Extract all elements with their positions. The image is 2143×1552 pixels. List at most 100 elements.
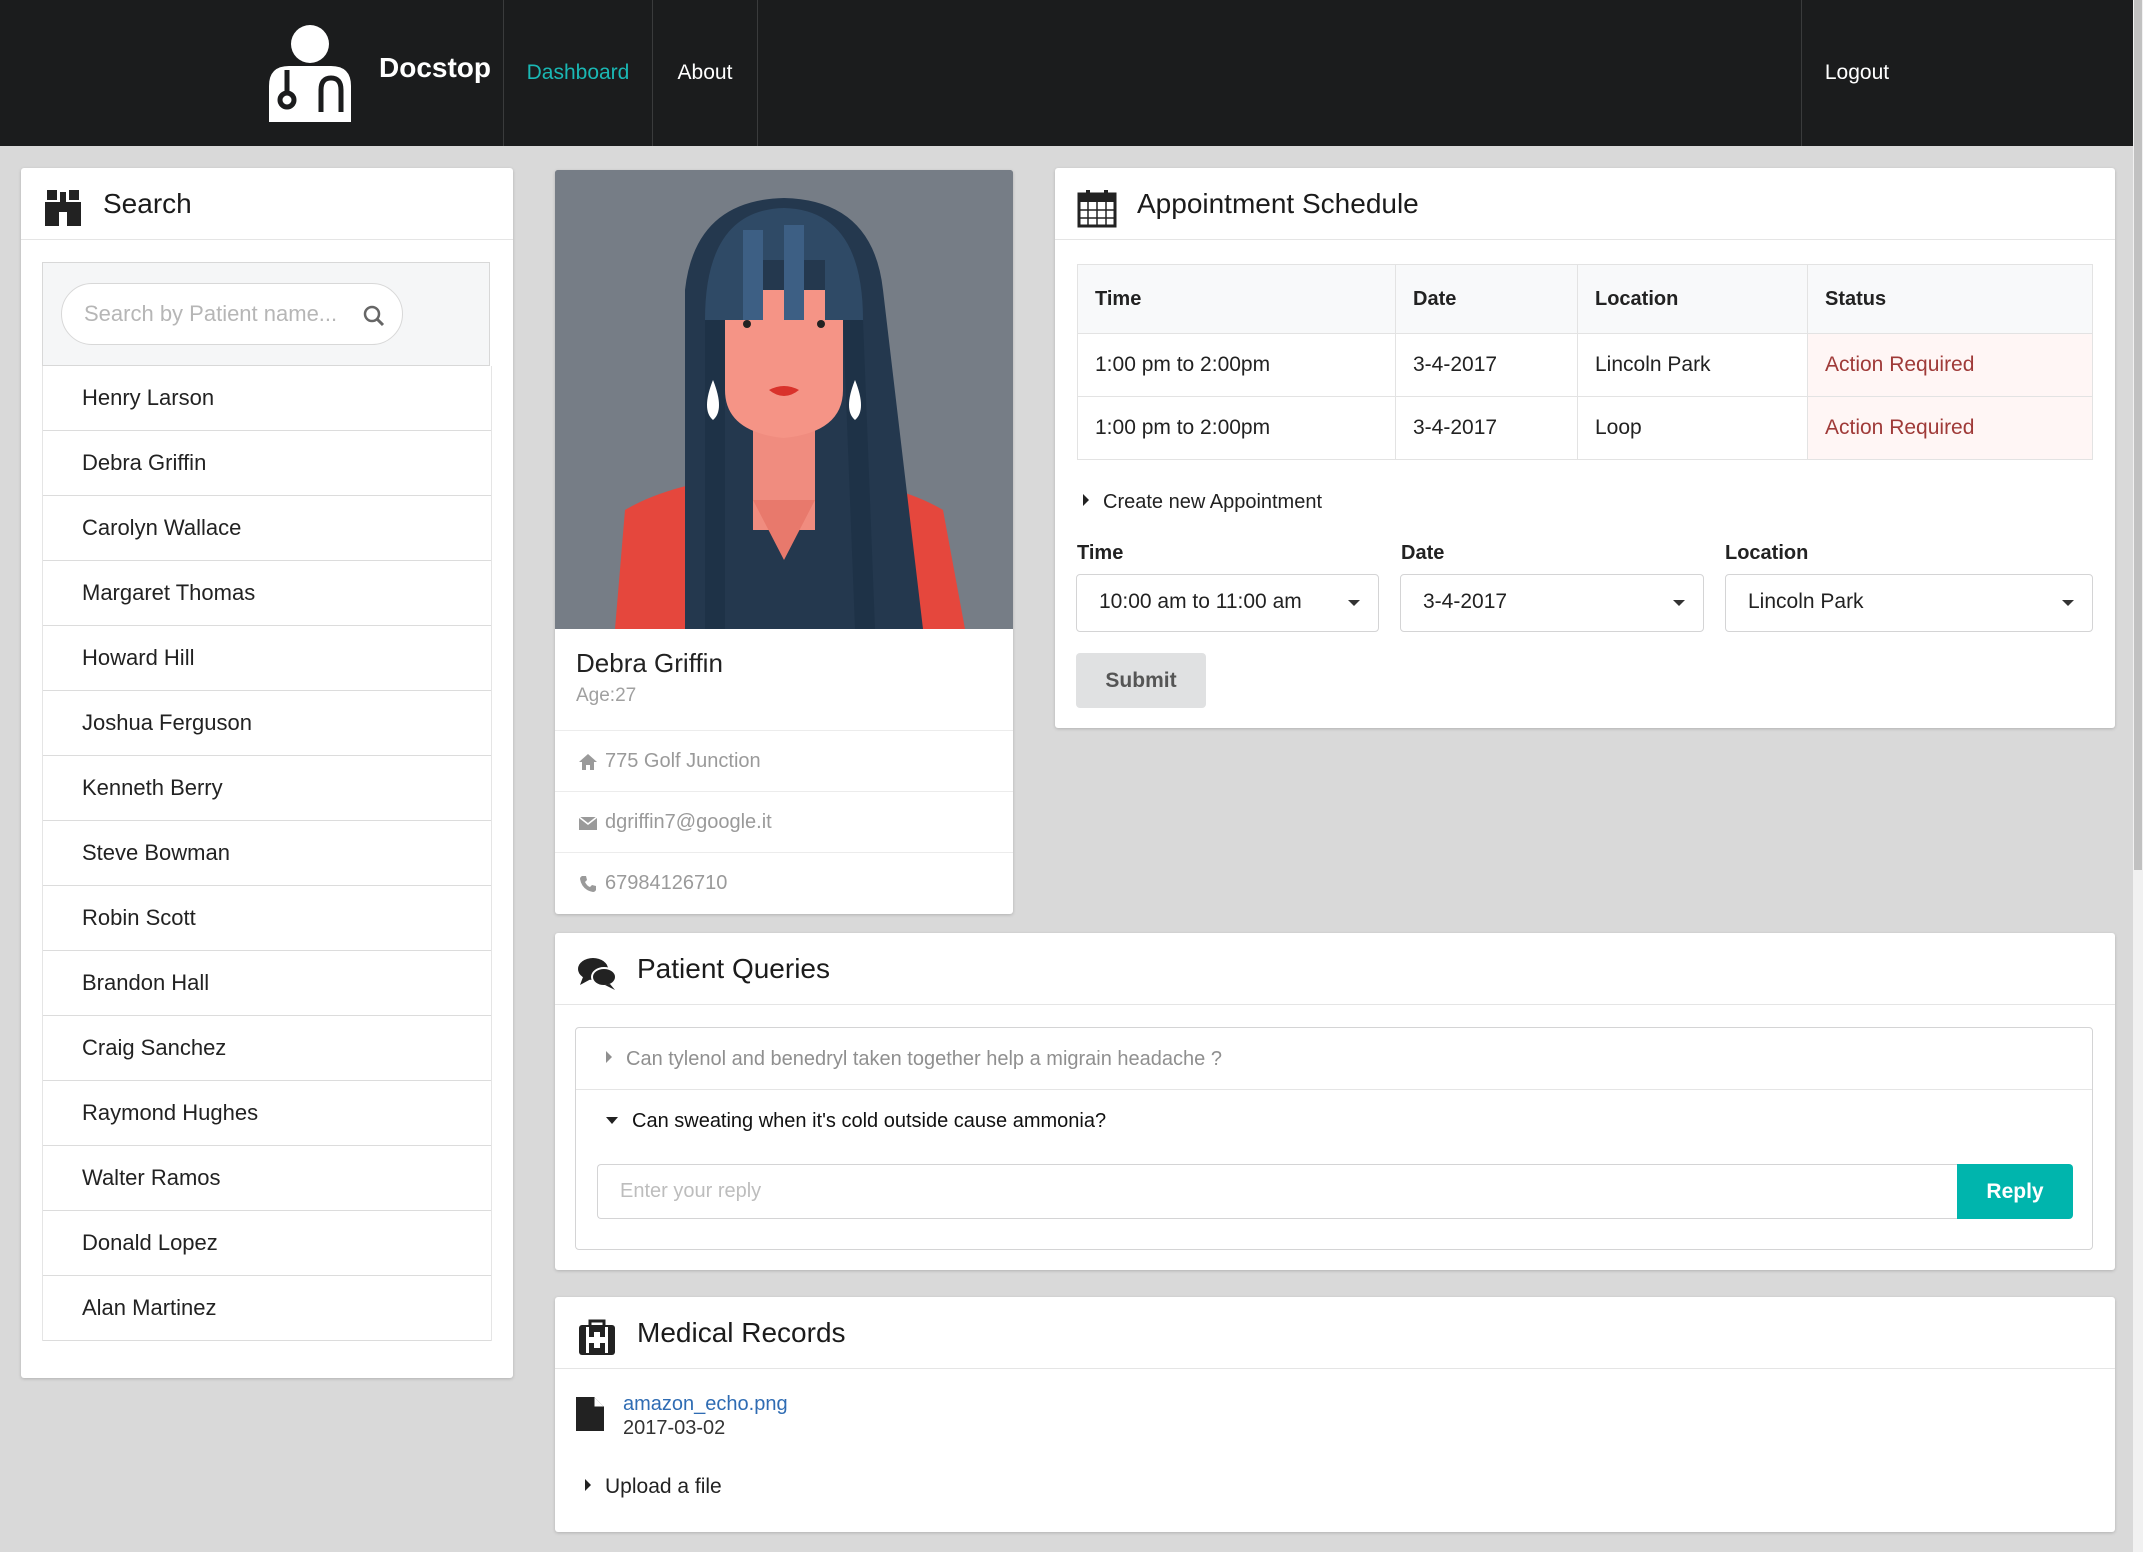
date-select[interactable]: 3-4-2017 [1400, 574, 1704, 632]
table-row: 1:00 pm to 2:00pm 3-4-2017 Loop Action R… [1077, 396, 2093, 460]
logout-link[interactable]: Logout [1802, 0, 1912, 146]
patient-list-item[interactable]: Margaret Thomas [43, 561, 491, 626]
patient-list-item[interactable]: Carolyn Wallace [43, 496, 491, 561]
query-text: Can sweating when it's cold outside caus… [632, 1110, 1107, 1132]
status-badge: Action Required [1807, 396, 2093, 460]
medkit-icon [579, 1319, 615, 1355]
dropdown-arrow-icon [2062, 600, 2074, 606]
appointment-header: Appointment Schedule [1055, 168, 2115, 240]
appointment-date: 3-4-2017 [1395, 333, 1578, 397]
patient-age: Age:27 [576, 685, 637, 706]
patient-list-item[interactable]: Howard Hill [43, 626, 491, 691]
patient-email-row: dgriffin7@google.it [555, 791, 1013, 853]
brand-name[interactable]: Docstop [379, 52, 491, 84]
search-icon[interactable] [363, 305, 385, 327]
scrollbar-thumb[interactable] [2134, 0, 2142, 870]
column-header: Date [1395, 264, 1578, 334]
comments-icon [578, 958, 617, 990]
appointment-time: 1:00 pm to 2:00pm [1077, 396, 1396, 460]
patient-queries-panel: Patient Queries Can tylenol and benedryl… [555, 933, 2115, 1270]
patient-address: 775 Golf Junction [605, 750, 761, 772]
date-select-value: 3-4-2017 [1423, 590, 1508, 613]
patient-email: dgriffin7@google.it [605, 811, 772, 833]
status-badge: Action Required [1807, 333, 2093, 397]
patient-list-item[interactable]: Walter Ramos [43, 1146, 491, 1211]
location-select-value: Lincoln Park [1748, 590, 1864, 613]
appointment-location: Lincoln Park [1577, 333, 1808, 397]
queries-title: Patient Queries [637, 953, 830, 984]
appointment-location: Loop [1577, 396, 1808, 460]
search-title: Search [103, 188, 192, 219]
queries-accordion: Can tylenol and benedryl taken together … [575, 1027, 2093, 1250]
submit-button[interactable]: Submit [1076, 653, 1206, 708]
column-header: Status [1807, 264, 2093, 334]
upload-file-toggle[interactable]: Upload a file [585, 1475, 722, 1499]
patient-avatar [555, 170, 1013, 629]
record-file-date: 2017-03-02 [623, 1417, 726, 1439]
table-header-row: Time Date Location Status [1077, 264, 2093, 334]
patient-list-item[interactable]: Henry Larson [43, 366, 491, 431]
nav-dashboard-link[interactable]: Dashboard [504, 0, 652, 146]
records-header: Medical Records [555, 1297, 2115, 1369]
date-label: Date [1401, 542, 1445, 564]
query-item[interactable]: Can tylenol and benedryl taken together … [576, 1028, 2092, 1090]
patient-search-input[interactable] [61, 283, 403, 345]
create-appointment-toggle[interactable]: Create new Appointment [1083, 491, 1322, 514]
patient-address-row: 775 Golf Junction [555, 730, 1013, 792]
search-panel: Search Henry Larson Debra Griffin Caroly… [21, 168, 513, 1378]
patient-list-item[interactable]: Alan Martinez [43, 1276, 491, 1341]
record-file-link[interactable]: amazon_echo.png [623, 1393, 788, 1416]
patient-list-item[interactable]: Donald Lopez [43, 1211, 491, 1276]
appointment-table: Time Date Location Status 1:00 pm to 2:0… [1077, 264, 2093, 460]
queries-header: Patient Queries [555, 933, 2115, 1005]
query-text: Can tylenol and benedryl taken together … [626, 1048, 1222, 1070]
patient-list-item[interactable]: Brandon Hall [43, 951, 491, 1016]
search-panel-header: Search [21, 168, 513, 240]
nav-divider [757, 0, 758, 146]
reply-input[interactable] [597, 1164, 1957, 1219]
patient-list-item[interactable]: Joshua Ferguson [43, 691, 491, 756]
create-appointment-label: Create new Appointment [1103, 491, 1323, 513]
upload-file-label: Upload a file [605, 1475, 722, 1498]
query-item-active[interactable]: Can sweating when it's cold outside caus… [576, 1090, 2092, 1152]
patient-list-item[interactable]: Craig Sanchez [43, 1016, 491, 1081]
column-header: Time [1077, 264, 1396, 334]
top-navbar: Docstop Dashboard About Logout [0, 0, 2133, 146]
location-select[interactable]: Lincoln Park [1725, 574, 2093, 632]
patient-name: Debra Griffin [576, 648, 723, 678]
search-box [42, 262, 490, 366]
appointment-title: Appointment Schedule [1137, 188, 1419, 219]
caret-right-icon [585, 1479, 591, 1491]
page-scrollbar[interactable] [2133, 0, 2143, 1552]
caret-right-icon [606, 1051, 612, 1063]
caret-down-icon [606, 1117, 618, 1124]
phone-icon [580, 876, 596, 892]
medical-records-panel: Medical Records amazon_echo.png 2017-03-… [555, 1297, 2115, 1532]
time-select-value: 10:00 am to 11:00 am [1099, 590, 1302, 613]
envelope-icon [578, 816, 598, 830]
patient-list-item[interactable]: Raymond Hughes [43, 1081, 491, 1146]
patient-list-item[interactable]: Robin Scott [43, 886, 491, 951]
time-label: Time [1077, 542, 1124, 564]
appointment-schedule-panel: Appointment Schedule Time Date Location … [1055, 168, 2115, 728]
patient-phone: 67984126710 [605, 872, 728, 894]
binoculars-icon [45, 190, 81, 226]
patient-list-item[interactable]: Kenneth Berry [43, 756, 491, 821]
patient-list-item[interactable]: Steve Bowman [43, 821, 491, 886]
time-select[interactable]: 10:00 am to 11:00 am [1076, 574, 1379, 632]
doctor-logo-icon [269, 25, 351, 122]
patient-phone-row: 67984126710 [555, 852, 1013, 914]
file-icon [576, 1397, 604, 1431]
table-row: 1:00 pm to 2:00pm 3-4-2017 Lincoln Park … [1077, 333, 2093, 397]
nav-about-link[interactable]: About [653, 0, 757, 146]
location-label: Location [1725, 542, 1809, 564]
patient-list-item[interactable]: Debra Griffin [43, 431, 491, 496]
patient-profile-card: Debra Griffin Age:27 775 Golf Junction d… [555, 170, 1013, 914]
column-header: Location [1577, 264, 1808, 334]
dropdown-arrow-icon [1348, 600, 1360, 606]
home-icon [579, 754, 597, 770]
records-title: Medical Records [637, 1317, 846, 1348]
reply-button[interactable]: Reply [1957, 1164, 2073, 1219]
appointment-date: 3-4-2017 [1395, 396, 1578, 460]
appointment-time: 1:00 pm to 2:00pm [1077, 333, 1396, 397]
